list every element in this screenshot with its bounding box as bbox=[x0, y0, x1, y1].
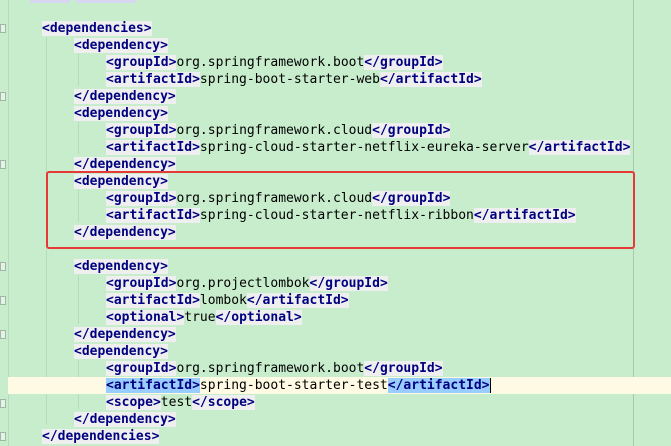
text-caret bbox=[490, 378, 492, 393]
fold-toggle-icon[interactable] bbox=[0, 262, 6, 271]
element-text: true bbox=[184, 310, 216, 325]
xml-tag: </artifactId> bbox=[528, 140, 631, 155]
xml-tag: <artifactId> bbox=[106, 72, 200, 87]
xml-tag: <artifactId> bbox=[106, 140, 200, 155]
xml-tag: <dependencies> bbox=[42, 21, 152, 36]
code-line[interactable]: <dependencies> bbox=[42, 20, 152, 37]
xml-tag: </dependencies> bbox=[42, 429, 160, 444]
xml-tag: <scope> bbox=[106, 395, 161, 410]
element-text: lombok bbox=[199, 293, 247, 308]
xml-tag: </dependency> bbox=[74, 157, 176, 172]
fold-toggle-icon[interactable] bbox=[0, 296, 6, 305]
scrolled-off-line-fragment bbox=[30, 0, 140, 4]
xml-tag: <dependency> bbox=[74, 106, 168, 121]
code-line[interactable]: </dependency> bbox=[74, 88, 176, 105]
xml-tag: <dependency> bbox=[74, 259, 168, 274]
xml-tag: </groupId> bbox=[309, 276, 388, 291]
code-line[interactable]: </dependency> bbox=[74, 411, 176, 428]
element-text: org.springframework.boot bbox=[176, 361, 365, 376]
fold-toggle-icon[interactable] bbox=[0, 160, 6, 169]
code-line[interactable]: <artifactId>spring-cloud-starter-netflix… bbox=[106, 139, 631, 156]
indent-guide bbox=[78, 275, 79, 324]
xml-tag: <groupId> bbox=[106, 55, 177, 70]
code-line[interactable]: <dependency> bbox=[74, 37, 168, 54]
xml-tag: </groupId> bbox=[364, 55, 443, 70]
code-line[interactable]: <dependency> bbox=[74, 258, 168, 275]
code-line[interactable]: <groupId>org.springframework.boot</group… bbox=[106, 54, 443, 71]
xml-tag: </dependency> bbox=[74, 89, 176, 104]
xml-tag: <groupId> bbox=[106, 276, 177, 291]
xml-tag: </groupId> bbox=[364, 361, 443, 376]
matched-xml-tag: </artifactId> bbox=[387, 378, 490, 393]
indent-guide bbox=[78, 122, 79, 154]
element-text: spring-boot-starter-test bbox=[199, 378, 388, 393]
code-editor[interactable]: <dependencies> <dependency> <groupId>org.s… bbox=[0, 0, 671, 446]
code-line[interactable]: <groupId>org.projectlombok</groupId> bbox=[106, 275, 388, 292]
highlight-annotation-box bbox=[46, 171, 635, 249]
xml-tag: </dependency> bbox=[74, 412, 176, 427]
code-line[interactable]: </dependencies> bbox=[42, 428, 160, 445]
xml-tag: </optional> bbox=[215, 310, 302, 325]
code-line[interactable]: </dependency> bbox=[74, 326, 176, 343]
fold-toggle-icon[interactable] bbox=[0, 24, 6, 33]
fold-toggle-icon[interactable] bbox=[0, 330, 6, 339]
xml-tag: <groupId> bbox=[106, 361, 177, 376]
element-text: org.springframework.boot bbox=[176, 55, 365, 70]
xml-tag: <dependency> bbox=[74, 344, 168, 359]
element-text: spring-boot-starter-web bbox=[199, 72, 380, 87]
code-line[interactable]: <artifactId>lombok</artifactId> bbox=[106, 292, 349, 309]
element-text: test bbox=[160, 395, 193, 410]
code-line[interactable]: <optional>true</optional> bbox=[106, 309, 302, 326]
code-line[interactable]: <artifactId>spring-boot-starter-web</art… bbox=[106, 71, 482, 88]
fold-toggle-icon[interactable] bbox=[0, 92, 6, 101]
element-text: org.springframework.cloud bbox=[176, 123, 373, 138]
code-line[interactable]: <groupId>org.springframework.cloud</grou… bbox=[106, 122, 451, 139]
xml-tag: <optional> bbox=[106, 310, 185, 325]
code-line[interactable]: <groupId>org.springframework.boot</group… bbox=[106, 360, 443, 377]
xml-tag: </groupId> bbox=[372, 123, 451, 138]
xml-tag: </artifactId> bbox=[246, 293, 349, 308]
indent-guide bbox=[78, 54, 79, 86]
xml-tag: <dependency> bbox=[74, 38, 168, 53]
xml-tag: </dependency> bbox=[74, 327, 176, 342]
xml-tag: </artifactId> bbox=[379, 72, 482, 87]
fold-toggle-icon[interactable] bbox=[0, 399, 6, 408]
xml-tag: <groupId> bbox=[106, 123, 177, 138]
code-line[interactable]: <dependency> bbox=[74, 105, 168, 122]
code-line[interactable]: <scope>test</scope> bbox=[106, 394, 255, 411]
code-line[interactable]: <dependency> bbox=[74, 343, 168, 360]
xml-tag: <artifactId> bbox=[106, 293, 200, 308]
fold-toggle-icon[interactable] bbox=[0, 432, 6, 441]
code-line[interactable]: <artifactId>spring-boot-starter-test</ar… bbox=[106, 377, 490, 394]
element-text: spring-cloud-starter-netflix-eureka-serv… bbox=[199, 140, 529, 155]
matched-xml-tag: <artifactId> bbox=[106, 378, 200, 393]
xml-tag: </scope> bbox=[192, 395, 255, 410]
element-text: org.projectlombok bbox=[176, 276, 310, 291]
